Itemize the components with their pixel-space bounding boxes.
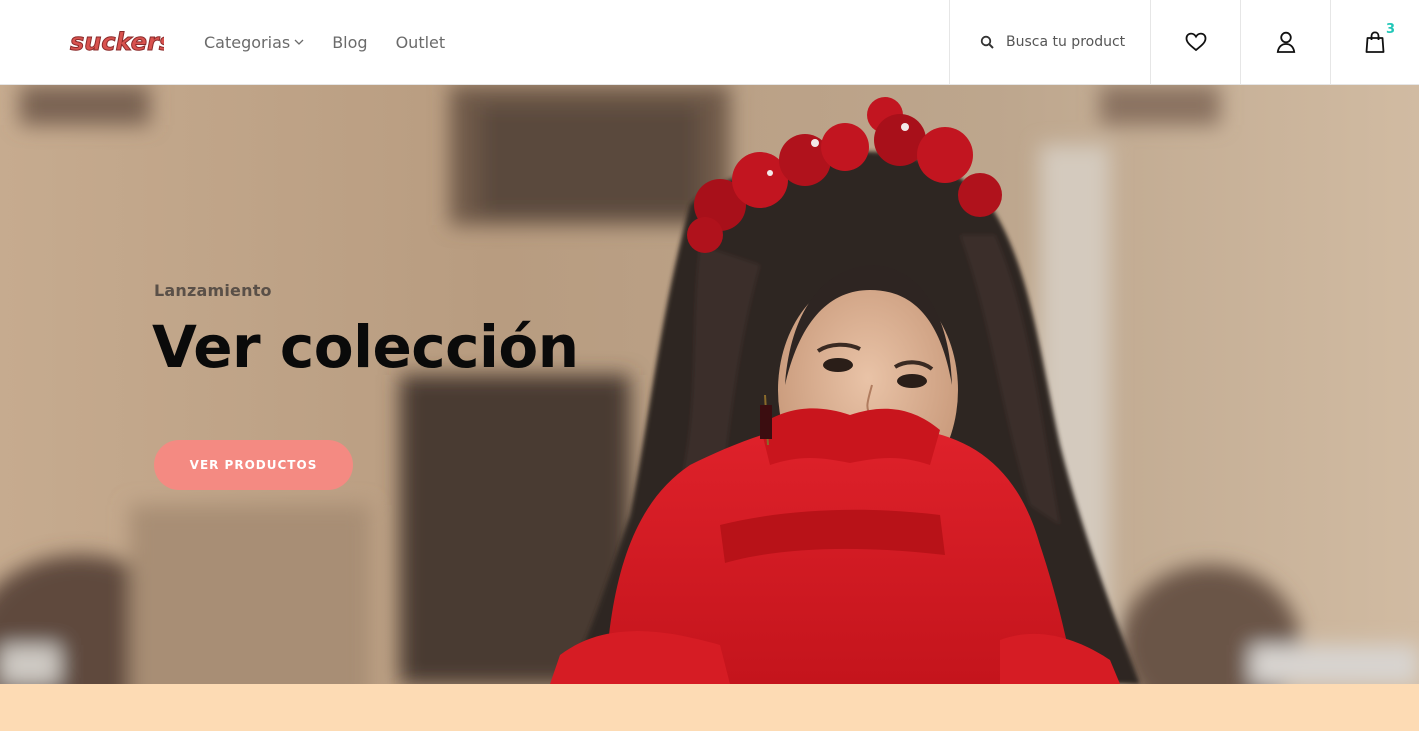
bag-icon: [1365, 31, 1385, 53]
account-button[interactable]: [1240, 0, 1330, 84]
nav-label: Blog: [332, 32, 368, 52]
nav-item-categorias[interactable]: Categorias: [204, 33, 304, 52]
hero-subtitle: Lanzamiento: [154, 281, 272, 300]
hero-title: Ver colección: [152, 313, 579, 381]
nav-label: Categorias: [204, 32, 291, 52]
brand-logo[interactable]: suckers: [68, 26, 174, 58]
site-header: suckers Categorias Blog Outlet Busca tu …: [0, 0, 1419, 85]
nav-item-blog[interactable]: Blog: [332, 33, 367, 52]
user-icon: [1276, 31, 1295, 53]
svg-text:suckers: suckers: [70, 28, 164, 56]
chevron-down-icon: [294, 39, 304, 45]
hero-banner: Lanzamiento Ver colección VER PRODUCTOS: [0, 85, 1419, 684]
search-icon[interactable]: [980, 35, 994, 49]
heart-icon: [1185, 32, 1206, 52]
cart-button[interactable]: 3: [1330, 0, 1419, 84]
search-box: [949, 0, 1150, 84]
nav-label: Outlet: [395, 32, 446, 52]
search-input[interactable]: [1006, 34, 1131, 50]
nav-item-outlet[interactable]: Outlet: [396, 33, 446, 52]
view-products-button[interactable]: VER PRODUCTOS: [154, 440, 353, 490]
wishlist-button[interactable]: [1150, 0, 1240, 84]
main-nav: Categorias Blog Outlet: [204, 0, 445, 84]
cart-count-badge: 3: [1386, 22, 1396, 37]
brand-logo-mark: suckers: [70, 28, 174, 57]
hero-photo: [0, 85, 1419, 684]
promo-band: [0, 684, 1419, 731]
